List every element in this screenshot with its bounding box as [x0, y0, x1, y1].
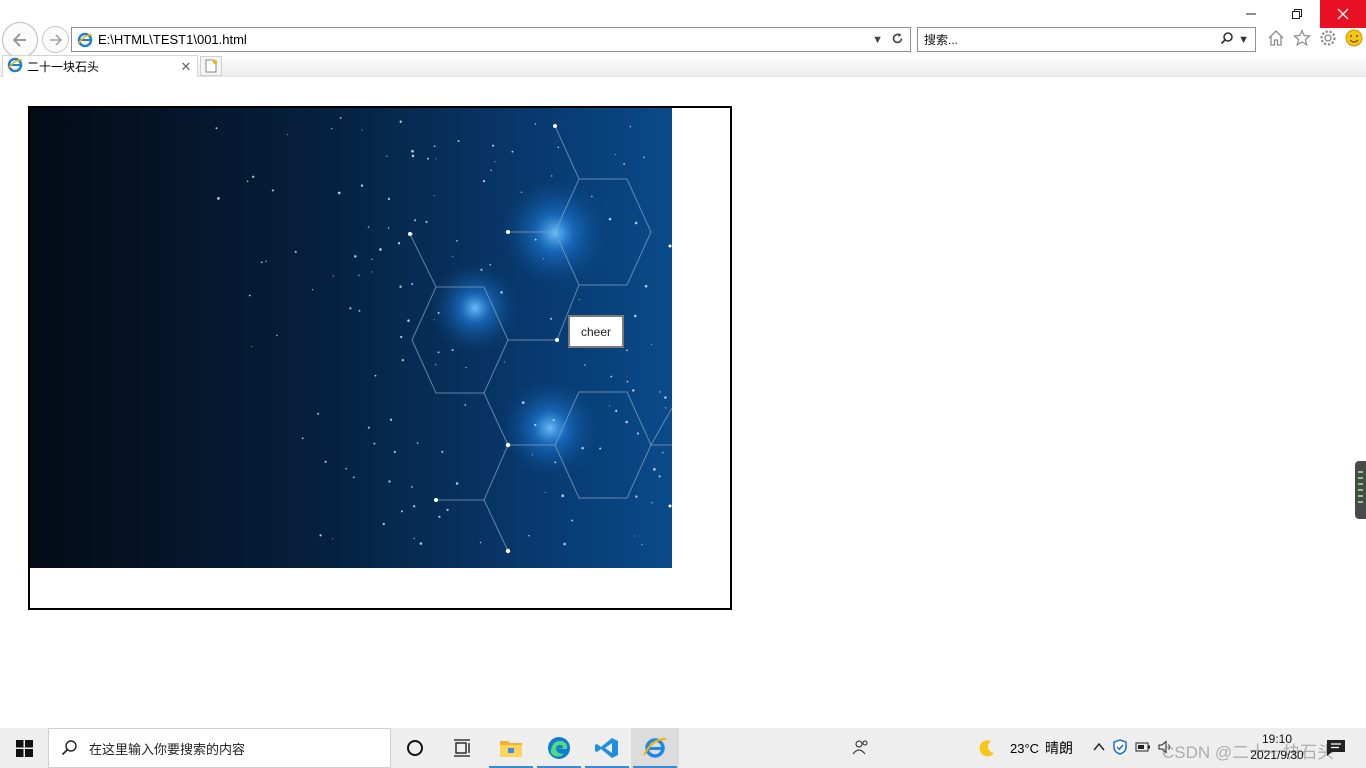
weather-description: 晴朗	[1045, 740, 1074, 756]
minimize-button[interactable]	[1228, 0, 1274, 28]
start-button[interactable]	[0, 728, 48, 768]
new-tab-button[interactable]	[200, 56, 222, 76]
close-icon	[1337, 8, 1349, 20]
address-text[interactable]: E:\HTML\TEST1\001.html	[98, 32, 872, 47]
tab-close-icon[interactable]: ✕	[179, 59, 193, 75]
folder-icon	[500, 741, 522, 757]
ie-icon	[643, 737, 667, 758]
system-tray: 23°C 晴朗 CSDN @二十一块石头 19:10 2021/9/30	[850, 728, 1366, 768]
ie-tab-icon	[7, 57, 23, 76]
browser-toolbar-icons	[1266, 28, 1364, 48]
search-icon	[61, 740, 77, 756]
clock-date: 2021/9/30	[1250, 748, 1304, 762]
restore-button[interactable]	[1274, 0, 1320, 28]
side-widget[interactable]	[1355, 461, 1366, 519]
close-window-button[interactable]	[1320, 0, 1366, 28]
address-dropdown-icon[interactable]: ▼	[872, 34, 883, 46]
taskbar: 在这里输入你要搜索的内容 23°C 晴朗 CSDN @二十一块石头 19:10 …	[0, 728, 1366, 768]
taskbar-search-box[interactable]: 在这里输入你要搜索的内容	[48, 728, 391, 768]
chevron-up-icon[interactable]	[1093, 741, 1105, 755]
task-view-button[interactable]	[439, 728, 487, 768]
clock[interactable]: 19:10 2021/9/30	[1236, 731, 1318, 763]
clock-time: 19:10	[1261, 732, 1293, 746]
cortana-circle-icon	[407, 740, 423, 756]
vscode-icon	[595, 738, 618, 758]
arrow-right-icon	[49, 33, 62, 46]
search-icon[interactable]	[1220, 31, 1234, 48]
tab-strip: 二十一块石头 ✕	[0, 55, 1366, 77]
cortana-button[interactable]	[391, 728, 439, 768]
tab-active[interactable]: 二十一块石头 ✕	[2, 55, 198, 77]
home-icon[interactable]	[1266, 28, 1286, 48]
browser-search-box[interactable]: 搜索... ▼	[917, 27, 1256, 52]
taskbar-search-input[interactable]: 在这里输入你要搜索的内容	[89, 739, 245, 758]
back-button[interactable]	[2, 22, 38, 58]
browser-search-input[interactable]: 搜索...	[924, 31, 1220, 48]
window-controls	[1228, 0, 1366, 28]
address-bar[interactable]: E:\HTML\TEST1\001.html ▼	[71, 27, 911, 52]
security-shield-icon[interactable]	[1112, 738, 1128, 758]
file-explorer-button[interactable]	[487, 728, 535, 768]
arrow-left-icon	[12, 33, 26, 47]
battery-icon[interactable]	[1135, 741, 1151, 756]
moon-icon	[979, 740, 994, 757]
restore-icon	[1292, 9, 1302, 19]
new-tab-icon	[205, 59, 217, 73]
content-container: cheer	[28, 106, 732, 610]
tooltip: cheer	[568, 315, 624, 348]
people-icon[interactable]	[852, 739, 870, 758]
forward-button[interactable]	[42, 26, 69, 53]
ie-page-icon	[76, 31, 94, 49]
vscode-button[interactable]	[583, 728, 631, 768]
favorites-star-icon[interactable]	[1292, 28, 1312, 48]
weather-temperature: 23°C	[1010, 740, 1040, 756]
tab-title: 二十一块石头	[27, 60, 100, 74]
gear-icon[interactable]	[1318, 28, 1338, 48]
notification-icon[interactable]	[1326, 738, 1346, 761]
smiley-feedback-icon[interactable]	[1344, 28, 1364, 48]
edge-icon	[548, 737, 570, 759]
edge-browser-button[interactable]	[535, 728, 583, 768]
weather-widget[interactable]: 23°C 晴朗	[978, 738, 1073, 758]
task-view-icon	[454, 739, 470, 757]
minimize-icon	[1246, 13, 1256, 15]
internet-explorer-button[interactable]	[631, 728, 679, 768]
search-dropdown-icon[interactable]: ▼	[1238, 34, 1249, 46]
windows-logo-icon	[15, 739, 33, 757]
refresh-icon[interactable]	[891, 32, 904, 48]
